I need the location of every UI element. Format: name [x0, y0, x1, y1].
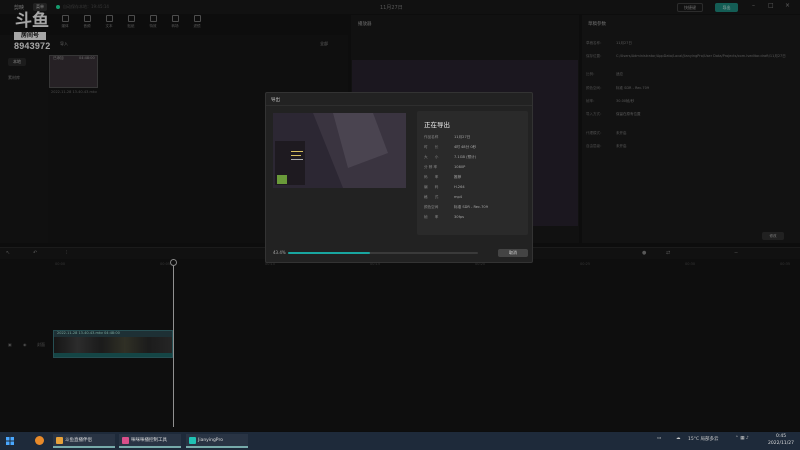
info-label: 作品名称 — [424, 135, 439, 139]
tray-overflow-icon[interactable]: ▭ — [657, 436, 661, 441]
info-label: 帧 率 — [424, 215, 439, 219]
jianying-app-icon — [189, 437, 196, 444]
taskbar-item-tool[interactable]: 咪咪咪播控制工具 — [119, 434, 181, 448]
progress-bar — [288, 252, 478, 254]
info-label: 码 率 — [424, 175, 439, 179]
taskbar-item-jianying[interactable]: JianyingPro — [186, 434, 248, 448]
taskbar: 斗鱼直播伴侣 咪咪咪播控制工具 JianyingPro ▭ ☁ 15°C 局部多… — [0, 432, 800, 450]
taskbar-item-douyu[interactable]: 斗鱼直播伴侣 — [53, 434, 115, 448]
info-value: 7.1GB (预计) — [454, 155, 477, 159]
info-label: 时 长 — [424, 145, 439, 149]
tool-app-icon — [122, 437, 129, 444]
info-label: 编 码 — [424, 185, 439, 189]
browser-icon[interactable] — [35, 436, 44, 445]
clock-time[interactable]: 0:45 — [776, 434, 786, 439]
info-label: 大 小 — [424, 155, 439, 159]
export-preview — [273, 113, 406, 188]
progress-fill — [288, 252, 371, 254]
info-label: 颜色空间 — [424, 205, 439, 209]
dialog-title: 导出 — [271, 98, 280, 103]
export-dialog: 导出 正在导出 作品名称 11月27日 时 长 4时 48分 0秒 大 小 7.… — [265, 92, 533, 263]
taskbar-item-label: 斗鱼直播伴侣 — [65, 438, 92, 443]
info-label: 格 式 — [424, 195, 439, 199]
taskbar-item-label: JianyingPro — [198, 438, 223, 443]
clock-date[interactable]: 2022/11/27 — [768, 441, 794, 446]
windows-start-icon[interactable] — [6, 437, 14, 445]
info-value: 1080P — [454, 165, 466, 169]
progress-percent: 43.4% — [273, 250, 286, 255]
info-value: mp4 — [454, 195, 463, 199]
info-value: 标准 SDR - Rec.709 — [454, 205, 488, 209]
export-heading: 正在导出 — [424, 121, 450, 129]
weather-text[interactable]: 15°C 局部多云 — [688, 436, 719, 442]
weather-icon: ☁ — [676, 436, 681, 441]
export-info-panel: 正在导出 作品名称 11月27日 时 长 4时 48分 0秒 大 小 7.1GB… — [417, 111, 528, 235]
tray-icons[interactable]: ⌃ ▦ ♪ — [735, 436, 749, 441]
taskbar-item-label: 咪咪咪播控制工具 — [131, 438, 167, 443]
info-value: H.264 — [454, 185, 465, 189]
douyu-app-icon — [56, 437, 63, 444]
info-value: 推荐 — [454, 175, 462, 179]
divider — [266, 105, 532, 106]
info-value: 30fps — [454, 215, 464, 219]
info-label: 分 辨 率 — [424, 165, 438, 169]
info-value: 4时 48分 0秒 — [454, 145, 477, 149]
preview-frame — [273, 113, 406, 188]
info-value: 11月27日 — [454, 135, 471, 139]
cancel-button[interactable]: 取消 — [498, 249, 528, 257]
